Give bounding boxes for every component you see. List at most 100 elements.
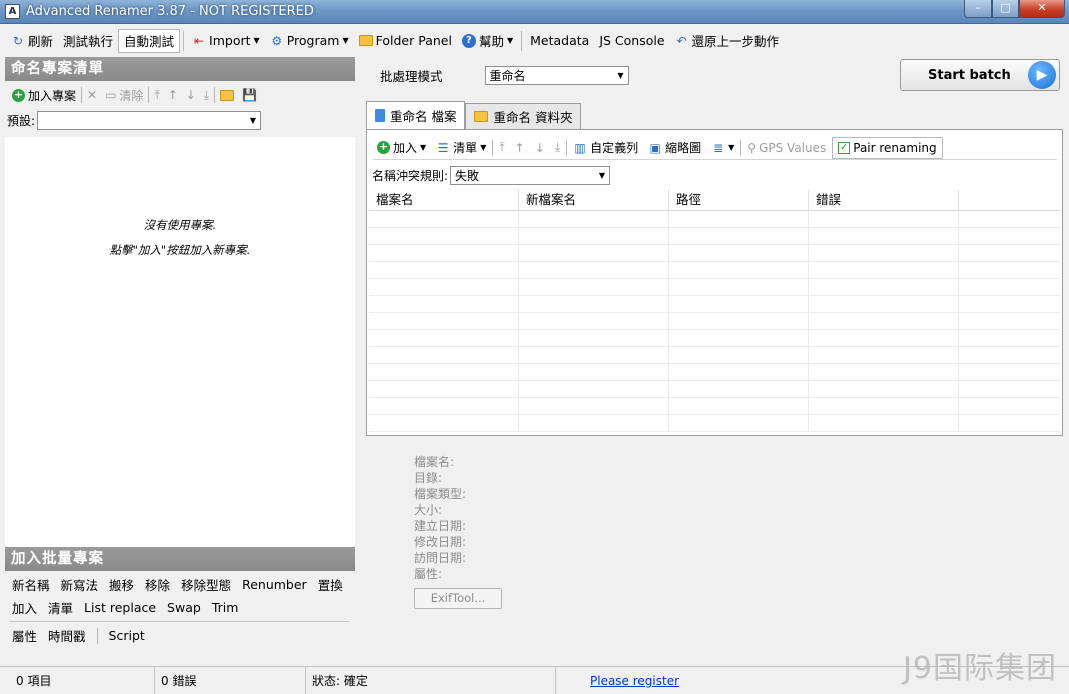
move-top-button[interactable]: ⤒ <box>495 140 508 155</box>
refresh-button[interactable]: ↻ 刷新 <box>6 29 58 53</box>
table-row[interactable] <box>369 262 1060 279</box>
status-error-count: 0 錯誤 <box>155 667 306 694</box>
table-row[interactable] <box>369 415 1060 432</box>
method-new-case[interactable]: 新寫法 <box>61 575 99 594</box>
file-grid[interactable]: 檔案名 新檔案名 路徑 錯誤 <box>369 189 1060 432</box>
method-list[interactable]: 清單 <box>48 598 73 617</box>
table-row[interactable] <box>369 211 1060 228</box>
conflict-rule-value: 失敗 <box>455 169 480 183</box>
table-cell <box>669 313 809 329</box>
chevron-down-icon: ▼ <box>728 143 735 152</box>
gps-values-button[interactable]: ⚲ GPS Values <box>743 141 830 155</box>
chevron-down-icon: ▼ <box>617 71 624 80</box>
add-project-button[interactable]: + 加入專案 <box>9 87 79 104</box>
info-filename-label: 檔案名: <box>414 455 455 469</box>
table-row[interactable] <box>369 398 1060 415</box>
close-button[interactable]: ✕ <box>1019 0 1065 18</box>
column-path[interactable]: 路徑 <box>669 189 809 210</box>
table-cell <box>959 313 1060 329</box>
register-link[interactable]: Please register <box>590 674 679 688</box>
method-new-name[interactable]: 新名稱 <box>12 575 50 594</box>
title-bar: A Advanced Renamer 3.87 - NOT REGISTERED… <box>0 0 1069 24</box>
table-cell <box>369 330 519 346</box>
move-up-button[interactable]: ↑ <box>511 141 529 155</box>
program-menu[interactable]: ⚙ Program ▼ <box>265 29 354 53</box>
table-cell <box>369 313 519 329</box>
method-remove[interactable]: 移除 <box>145 575 170 594</box>
toolbar-divider <box>214 87 216 103</box>
table-cell <box>669 347 809 363</box>
method-replace[interactable]: 置換 <box>318 575 343 594</box>
column-filename[interactable]: 檔案名 <box>369 189 519 210</box>
clear-projects-button[interactable]: ▭ 清除 <box>102 87 146 104</box>
column-error[interactable]: 錯誤 <box>809 189 959 210</box>
test-run-button[interactable]: 測試執行 <box>58 29 118 53</box>
method-trim[interactable]: Trim <box>212 600 239 615</box>
chevron-down-icon: ▼ <box>480 143 487 152</box>
list-menu[interactable]: ☰ 清單 ▼ <box>432 139 490 156</box>
save-preset-button[interactable]: 💾 <box>239 88 260 102</box>
table-row[interactable] <box>369 296 1060 313</box>
import-menu[interactable]: ⇤ Import ▼ <box>187 29 265 53</box>
remove-project-button[interactable]: ✕ <box>84 88 100 102</box>
toolbar-divider <box>740 139 742 156</box>
tab-rename-files[interactable]: 重命名 檔案 <box>366 101 466 129</box>
table-row[interactable] <box>369 381 1060 398</box>
column-new-filename[interactable]: 新檔案名 <box>519 189 669 210</box>
details-icon: ≣ <box>713 140 724 155</box>
tab-rename-folders-label: 重命名 資料夾 <box>493 110 573 125</box>
js-console-button[interactable]: JS Console <box>594 29 669 53</box>
custom-columns-button[interactable]: ▥ 自定義列 <box>569 139 642 156</box>
method-move[interactable]: 搬移 <box>109 575 134 594</box>
method-add[interactable]: 加入 <box>12 598 37 617</box>
preset-select[interactable]: ▼ <box>37 110 262 130</box>
thumbnails-label: 縮略圖 <box>665 141 702 155</box>
thumbnails-button[interactable]: ▣ 縮略圖 <box>644 139 705 156</box>
table-cell <box>809 330 959 346</box>
table-row[interactable] <box>369 364 1060 381</box>
method-renumber[interactable]: Renumber <box>242 577 307 592</box>
help-menu[interactable]: ? 幫助 ▼ <box>457 29 518 53</box>
folder-icon <box>220 89 235 101</box>
table-row[interactable] <box>369 279 1060 296</box>
auto-test-button[interactable]: 自動測試 <box>118 28 181 53</box>
view-options-menu[interactable]: ≣ ▼ <box>707 141 738 155</box>
move-bottom-button[interactable]: ⤓ <box>201 88 212 103</box>
method-swap[interactable]: Swap <box>167 600 201 615</box>
clear-label: 清除 <box>119 88 144 103</box>
open-preset-button[interactable] <box>217 89 237 101</box>
minimize-button[interactable]: – <box>964 0 992 18</box>
move-top-button[interactable]: ⤒ <box>151 88 162 103</box>
table-row[interactable] <box>369 347 1060 364</box>
tab-rename-folders[interactable]: 重命名 資料夾 <box>465 103 582 129</box>
method-remove-pattern[interactable]: 移除型態 <box>181 575 231 594</box>
chevron-down-icon: ▼ <box>342 36 349 45</box>
project-list[interactable]: 沒有使用專案. 點擊"加入"按鈕加入新專案. <box>5 137 355 547</box>
move-down-button[interactable]: ↓ <box>531 141 549 155</box>
maximize-button[interactable]: □ <box>992 0 1019 18</box>
exiftool-button[interactable]: ExifTool... <box>414 588 502 609</box>
method-list-replace[interactable]: List replace <box>84 600 156 615</box>
method-attributes[interactable]: 屬性 <box>12 626 37 645</box>
method-timestamp[interactable]: 時間戳 <box>48 626 86 645</box>
help-icon: ? <box>461 33 476 48</box>
pair-renaming-toggle[interactable]: ✓ Pair renaming <box>832 136 943 159</box>
info-size-label: 大小: <box>414 503 443 517</box>
batch-mode-select[interactable]: 重命名 ▼ <box>484 66 629 85</box>
add-files-button[interactable]: + 加入 ▼ <box>373 139 430 156</box>
table-cell <box>519 262 669 278</box>
table-row[interactable] <box>369 330 1060 347</box>
move-bottom-button[interactable]: ⤓ <box>551 140 564 155</box>
folder-panel-button[interactable]: Folder Panel <box>354 29 457 53</box>
undo-button[interactable]: ↶ 還原上一步動作 <box>670 29 785 53</box>
metadata-button[interactable]: Metadata <box>525 29 594 53</box>
method-script[interactable]: Script <box>109 628 145 643</box>
arrow-down-icon: ↓ <box>534 140 545 155</box>
start-batch-button[interactable]: Start batch ▶ <box>900 59 1060 91</box>
table-row[interactable] <box>369 228 1060 245</box>
table-row[interactable] <box>369 245 1060 262</box>
move-down-button[interactable]: ↓ <box>183 88 199 102</box>
conflict-rule-select[interactable]: 失敗 ▼ <box>450 166 611 185</box>
table-row[interactable] <box>369 313 1060 330</box>
move-up-button[interactable]: ↑ <box>165 88 181 102</box>
